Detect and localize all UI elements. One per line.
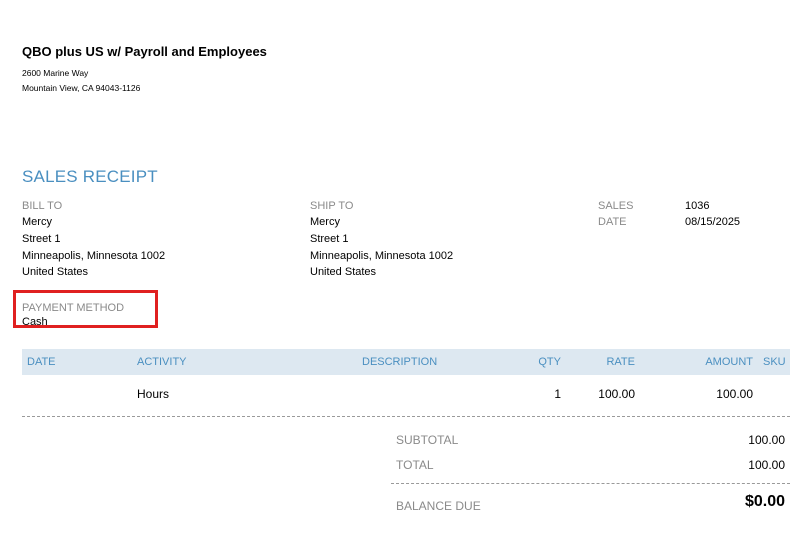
row-activity: Hours xyxy=(137,387,170,401)
ship-to-street: Street 1 xyxy=(310,233,349,245)
row-amount: 100.00 xyxy=(716,387,753,401)
table-divider xyxy=(22,416,790,417)
col-amount-header: AMOUNT xyxy=(705,356,753,368)
total-value: 100.00 xyxy=(748,458,785,472)
col-rate-header: RATE xyxy=(606,356,635,368)
sales-label: SALES xyxy=(598,200,634,212)
col-date-header: DATE xyxy=(27,356,56,368)
ship-to-label: SHIP TO xyxy=(310,200,354,212)
company-address-line1: 2600 Marine Way xyxy=(22,68,89,78)
bill-to-city: Minneapolis, Minnesota 1002 xyxy=(22,250,166,262)
col-qty-header: QTY xyxy=(538,356,561,368)
document-title: SALES RECEIPT xyxy=(22,167,158,186)
ship-to-name: Mercy xyxy=(310,216,340,228)
ship-to-city: Minneapolis, Minnesota 1002 xyxy=(310,250,454,262)
subtotal-label: SUBTOTAL xyxy=(396,433,459,447)
payment-method-label: PAYMENT METHOD xyxy=(22,302,125,314)
subtotal-value: 100.00 xyxy=(748,433,785,447)
date-value: 08/15/2025 xyxy=(685,216,741,228)
summary-divider xyxy=(391,483,790,484)
row-qty: 1 xyxy=(554,387,561,401)
bill-to-label: BILL TO xyxy=(22,200,63,212)
col-description-header: DESCRIPTION xyxy=(362,356,438,368)
total-label: TOTAL xyxy=(396,458,434,472)
col-sku-header: SKU xyxy=(763,356,786,368)
company-name: QBO plus US w/ Payroll and Employees xyxy=(22,44,267,59)
bill-to-name: Mercy xyxy=(22,216,52,228)
payment-method-value: Cash xyxy=(22,316,48,328)
col-activity-header: ACTIVITY xyxy=(137,356,187,368)
bill-to-country: United States xyxy=(22,266,89,278)
sales-number: 1036 xyxy=(685,200,710,212)
bill-to-street: Street 1 xyxy=(22,233,61,245)
balance-due-label: BALANCE DUE xyxy=(396,499,481,513)
balance-due-value: $0.00 xyxy=(744,493,785,510)
company-address-line2: Mountain View, CA 94043-1126 xyxy=(22,83,141,93)
ship-to-country: United States xyxy=(310,266,377,278)
date-label: DATE xyxy=(598,216,627,228)
row-rate: 100.00 xyxy=(598,387,635,401)
